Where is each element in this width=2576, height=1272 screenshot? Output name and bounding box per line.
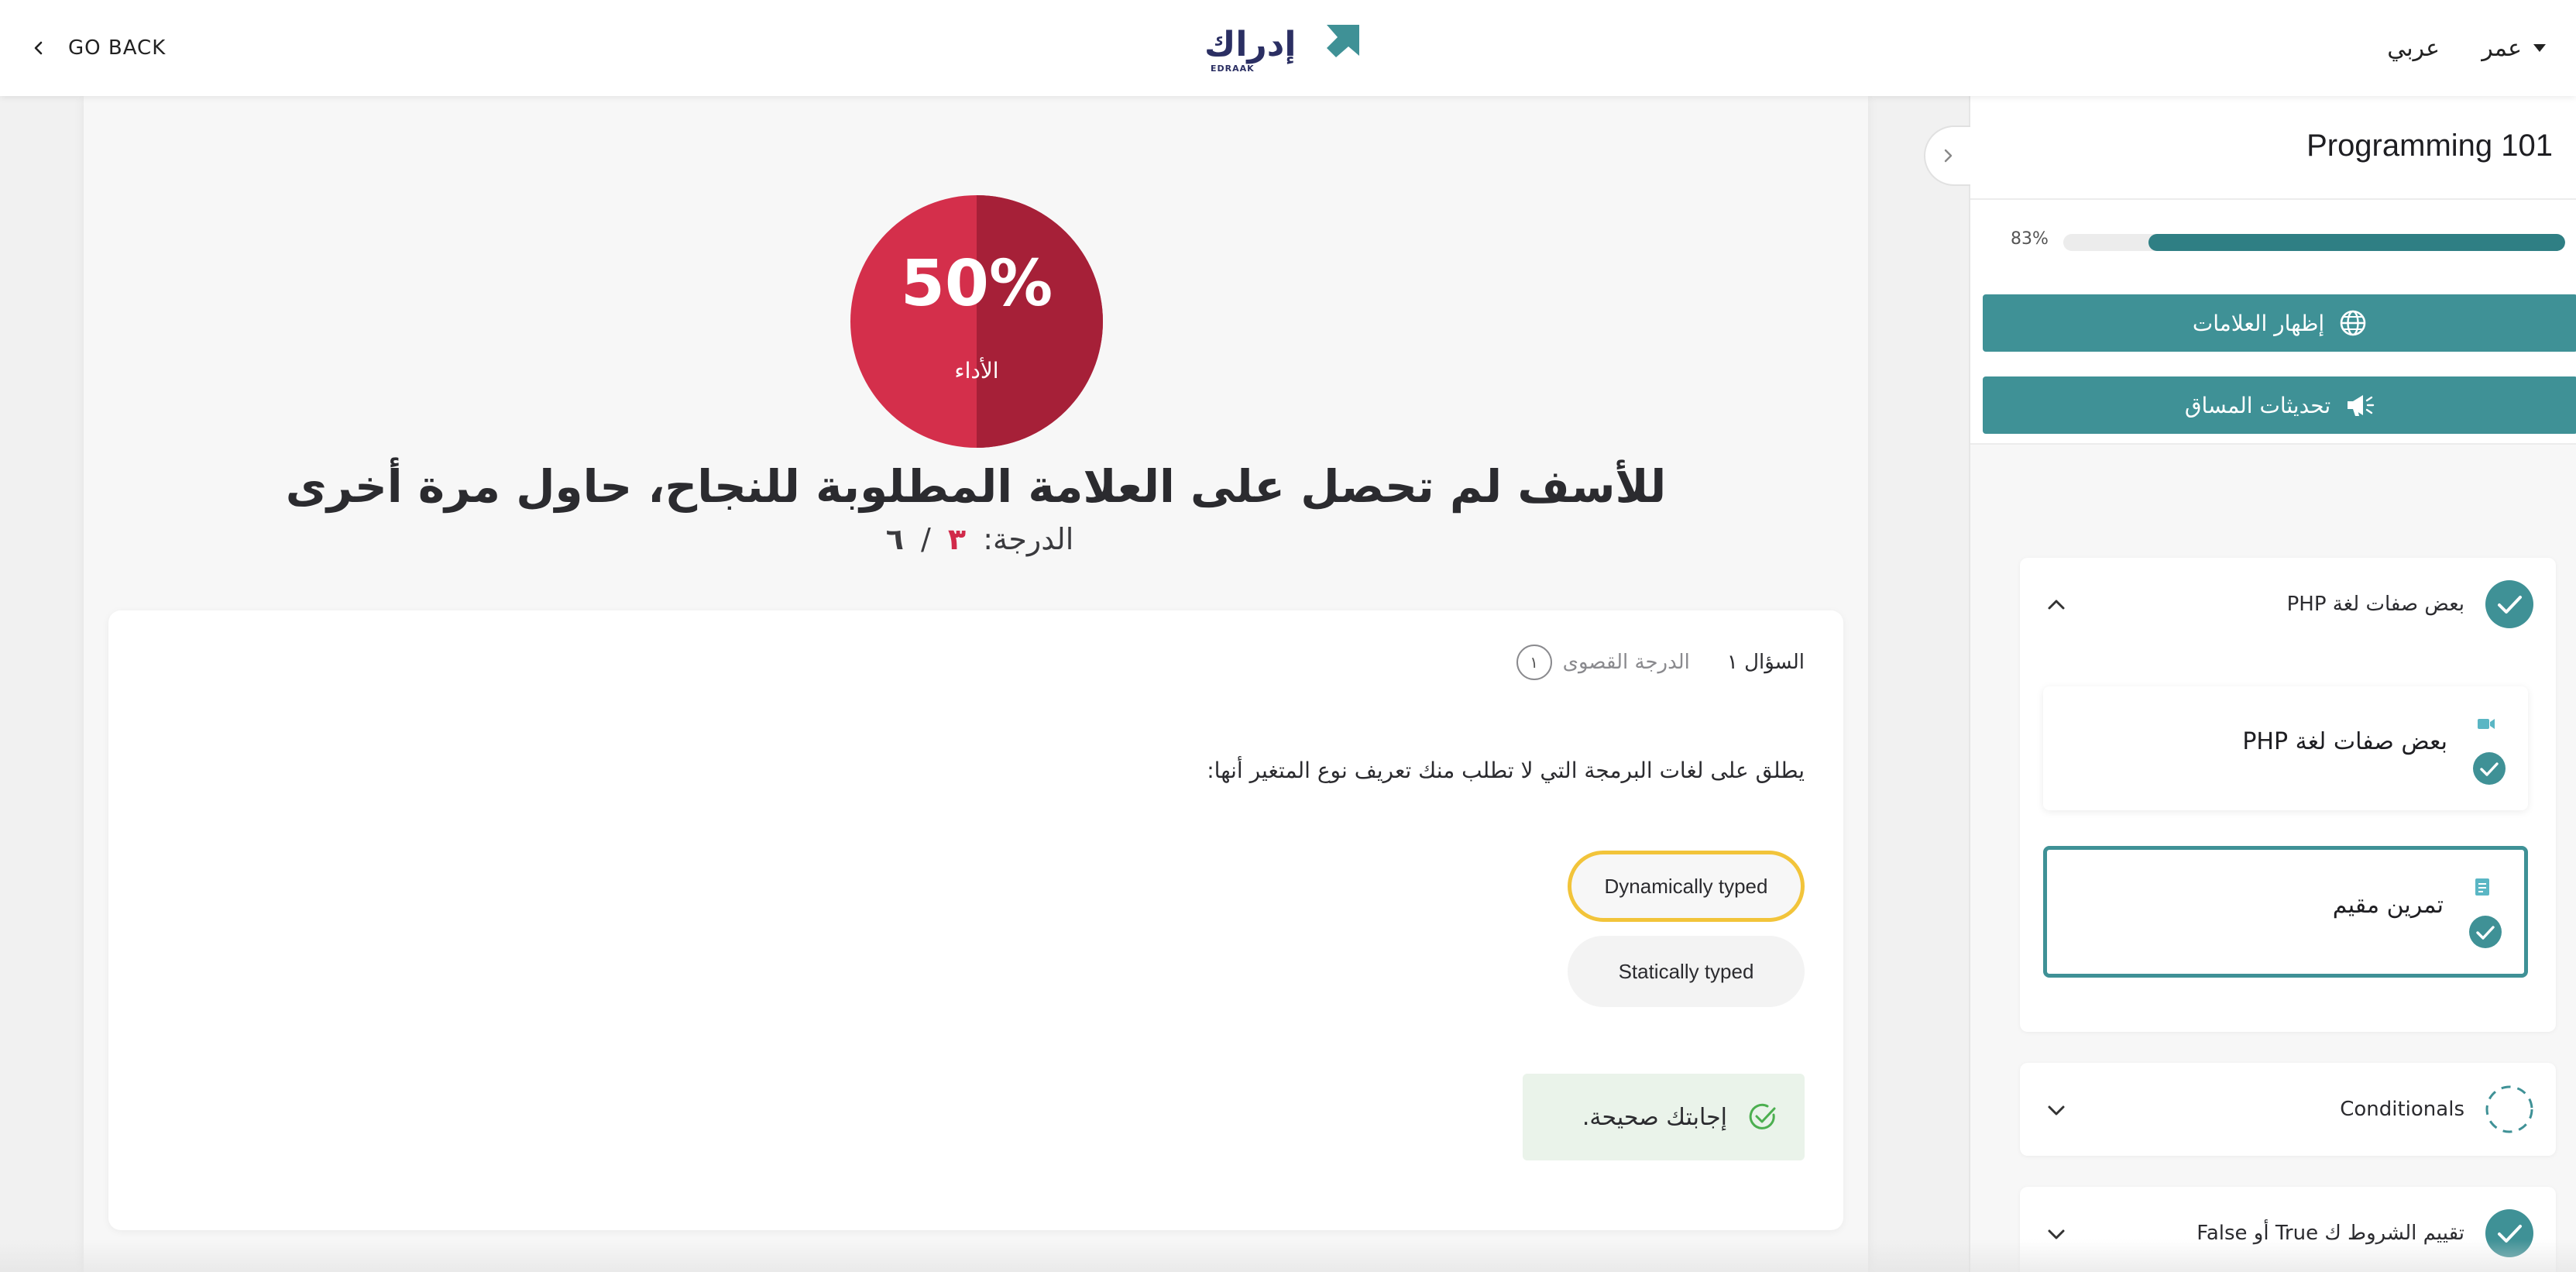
lesson-title: تمرين مقيم [2332,892,2444,919]
complete-check-icon [2469,916,2502,948]
grade-label: الدرجة: [983,522,1074,556]
answer-option-dynamic[interactable]: Dynamically typed [1568,851,1805,922]
top-bar: GO BACK إدراك EDRAAK عربي عمر [0,0,2576,96]
max-score-value: ١ [1516,645,1552,680]
complete-check-icon [2485,1209,2533,1257]
course-section: تقييم الشروط ك True أو False [2020,1187,2556,1272]
course-updates-label: تحديثات المساق [2184,392,2331,418]
answer-option-label: Dynamically typed [1604,874,1768,898]
course-section: بعض صفات لغة PHP بعض صفات لغة PHP تمرين … [2020,558,2556,1032]
section-header[interactable]: Conditionals [2020,1063,2556,1156]
go-back-button[interactable]: GO BACK [29,29,166,67]
lesson-title: بعض صفات لغة PHP [2242,728,2447,755]
chevron-left-icon [34,41,43,55]
complete-check-icon [2473,752,2506,785]
globe-icon [2340,310,2366,336]
course-title: Programming 101 [2306,129,2553,163]
chevron-down-icon [2048,1229,2065,1239]
section-header[interactable]: بعض صفات لغة PHP [2020,558,2556,651]
grade-separator: / [920,522,931,556]
answer-option-label: Statically typed [1618,959,1754,983]
go-back-label: GO BACK [68,36,167,60]
chevron-up-icon [2048,600,2065,610]
answer-option-static[interactable]: Statically typed [1568,936,1805,1007]
course-sections-list: بعض صفات لغة PHP بعض صفات لغة PHP تمرين … [1970,445,2576,1272]
complete-check-icon [2485,580,2533,628]
section-header[interactable]: تقييم الشروط ك True أو False [2020,1187,2556,1272]
in-progress-icon [2485,1085,2533,1133]
question-text: يطلق على لغات البرمجة التي لا تطلب منك ت… [1207,758,1805,783]
lesson-item[interactable]: بعض صفات لغة PHP [2043,686,2528,810]
language-label: عربي [2387,34,2440,62]
progress-bar-fill [2148,234,2565,251]
max-score-label: الدرجة القصوى [1562,651,1690,674]
grade-total: ٦ [885,522,904,556]
language-switch[interactable]: عربي [2387,29,2440,67]
section-title: Conditionals [2340,1098,2464,1121]
score-percent: 50% [901,247,1053,321]
user-name: عمر [2482,34,2522,62]
lesson-item-active[interactable]: تمرين مقيم [2043,846,2528,978]
feedback-text: إجابتك صحيحة. [1582,1103,1727,1131]
svg-text:إدراك: إدراك [1204,25,1296,64]
svg-text:EDRAAK: EDRAAK [1211,64,1255,74]
chevron-down-icon [2048,1105,2065,1116]
section-title: تقييم الشروط ك True أو False [2196,1222,2464,1245]
show-grades-label: إظهار العلامات [2192,310,2325,336]
question-header: السؤال ١ الدرجة القصوى ١ [1516,645,1805,680]
collapse-sidebar-button[interactable] [1924,125,1970,186]
section-title: بعض صفات لغة PHP [2286,593,2464,616]
check-circle-icon [1749,1103,1776,1129]
answer-feedback: إجابتك صحيحة. [1523,1074,1805,1160]
course-outline-sidebar: Programming 101 83% إظهار العلامات تحديث… [1969,96,2576,1272]
chevron-right-icon [1944,149,1953,163]
megaphone-icon [2348,395,2375,416]
progress-bar [2063,234,2565,251]
score-label: الأداء [954,356,998,383]
max-score: الدرجة القصوى ١ [1516,645,1690,680]
progress-percent: 83% [2011,229,2049,249]
grade-earned: ٣ [947,522,967,556]
course-section: Conditionals [2020,1063,2556,1156]
video-icon [2478,719,2495,729]
grade-summary: الدرجة: ٣ / ٦ [84,522,1868,556]
course-updates-button[interactable]: تحديثات المساق [1983,376,2576,434]
score-circle: 50% الأداء [850,195,1103,448]
question-number: السؤال ١ [1726,651,1805,674]
divider [1970,198,2576,200]
question-card: السؤال ١ الدرجة القصوى ١ يطلق على لغات ا… [108,610,1843,1230]
quiz-result-panel: 50% الأداء للأسف لم تحصل على العلامة الم… [84,96,1868,1272]
caret-down-icon [2533,44,2546,52]
show-grades-button[interactable]: إظهار العلامات [1983,294,2576,352]
result-message: للأسف لم تحصل على العلامة المطلوبة للنجا… [285,460,1667,513]
document-icon [2475,878,2489,896]
user-menu[interactable]: عمر [2482,29,2547,67]
edraak-logo[interactable]: إدراك EDRAAK [1204,20,1367,74]
